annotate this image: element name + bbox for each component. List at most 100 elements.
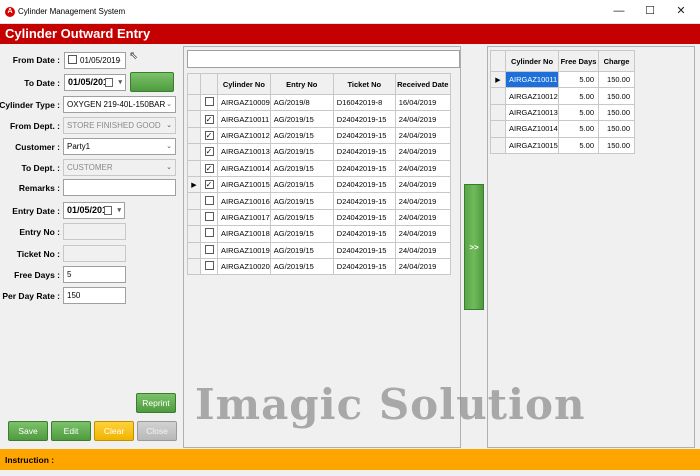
entry-no-cell[interactable]: AG/2019/15: [269, 110, 334, 128]
column-header-cylinder-no[interactable]: Cylinder No: [217, 73, 271, 95]
entry-no-cell[interactable]: AG/2019/15: [269, 225, 334, 243]
from-date-picker[interactable]: 01/05/2019 ⌄: [64, 52, 126, 69]
select-cell[interactable]: ✓: [200, 175, 218, 194]
received-date-cell[interactable]: 24/04/2019: [394, 257, 451, 276]
cylinder-no-cell[interactable]: AIRGAZ10011: [217, 110, 271, 128]
ticket-no-cell[interactable]: D24042019-15: [332, 126, 396, 145]
charge-cell[interactable]: 150.00: [598, 103, 635, 122]
cylinder-no-cell[interactable]: AIRGAZ10014: [505, 120, 559, 138]
table-row[interactable]: AIRGAZ10013 5.00 150.00: [490, 103, 635, 122]
save-button[interactable]: Save: [8, 421, 48, 441]
received-date-cell[interactable]: 24/04/2019: [394, 241, 451, 259]
free-days-cell[interactable]: 5.00: [558, 136, 599, 154]
select-cell[interactable]: [200, 241, 218, 259]
cylinder-no-cell[interactable]: AIRGAZ10020: [217, 257, 271, 276]
received-date-cell[interactable]: 24/04/2019: [394, 143, 451, 161]
entry-no-cell[interactable]: AG/2019/15: [269, 159, 334, 177]
checked-checkbox[interactable]: ✓: [204, 114, 214, 124]
ticket-no-cell[interactable]: D24042019-15: [332, 175, 396, 194]
ticket-no-cell[interactable]: D24042019-15: [332, 159, 396, 177]
cylinder-no-cell[interactable]: AIRGAZ10015: [217, 175, 271, 194]
column-header-ticket-no[interactable]: Ticket No: [332, 73, 396, 95]
entry-no-cell[interactable]: AG/2019/15: [269, 175, 334, 194]
received-date-cell[interactable]: 24/04/2019: [394, 225, 451, 243]
cylinder-no-cell[interactable]: AIRGAZ10017: [217, 208, 271, 227]
cylinder-no-cell[interactable]: AIRGAZ10013: [505, 103, 559, 122]
received-date-cell[interactable]: 24/04/2019: [394, 208, 451, 227]
checkbox[interactable]: [204, 195, 214, 205]
checkbox[interactable]: [204, 244, 214, 254]
select-column-header[interactable]: [200, 73, 218, 95]
per-day-rate-input[interactable]: 150: [63, 287, 126, 304]
remarks-input[interactable]: [63, 179, 176, 196]
cylinder-no-cell[interactable]: AIRGAZ10014: [217, 159, 271, 177]
checkbox[interactable]: [204, 261, 214, 271]
cylinder-type-select[interactable]: OXYGEN 219-40L-150BAR ⌄: [63, 96, 176, 113]
received-date-cell[interactable]: 16/04/2019: [394, 93, 451, 112]
received-date-cell[interactable]: 24/04/2019: [394, 192, 451, 210]
received-date-cell[interactable]: 24/04/2019: [394, 126, 451, 145]
cylinder-no-cell[interactable]: AIRGAZ10019: [217, 241, 271, 259]
free-days-cell[interactable]: 5.00: [558, 103, 599, 122]
table-row[interactable]: AIRGAZ10017 AG/2019/15 D24042019-15 24/04/2…: [187, 208, 451, 227]
column-header-entry-no[interactable]: Entry No: [269, 73, 334, 95]
checked-checkbox[interactable]: ✓: [204, 147, 214, 157]
charge-cell[interactable]: 150.00: [598, 87, 635, 105]
cylinder-no-cell[interactable]: AIRGAZ10015: [505, 136, 559, 154]
cylinder-no-cell[interactable]: AIRGAZ10018: [217, 225, 271, 243]
free-days-cell[interactable]: 5.00: [558, 120, 599, 138]
entry-no-cell[interactable]: AG/2019/15: [269, 257, 334, 276]
transfer-button[interactable]: >>: [464, 184, 484, 310]
entry-date-picker[interactable]: 01/05/2019 ▾: [63, 202, 125, 219]
entry-no-cell[interactable]: AG/2019/15: [269, 192, 334, 210]
table-row[interactable]: ✓ AIRGAZ10014 AG/2019/15 D24042019-15 24/04/…: [187, 159, 451, 177]
table-row[interactable]: AIRGAZ10016 AG/2019/15 D24042019-15 24/04/2…: [187, 192, 451, 210]
table-row[interactable]: ✓ AIRGAZ10012 AG/2019/15 D24042019-15 24/04/…: [187, 126, 451, 145]
cylinder-no-cell[interactable]: AIRGAZ10012: [505, 87, 559, 105]
table-row[interactable]: ▶ AIRGAZ10011 5.00 150.00: [490, 70, 635, 89]
select-cell[interactable]: [200, 208, 218, 227]
to-date-picker[interactable]: 01/05/2019 ▾: [64, 74, 126, 91]
checked-checkbox[interactable]: ✓: [204, 130, 214, 140]
edit-button[interactable]: Edit: [51, 421, 91, 441]
from-date-checkbox[interactable]: [68, 55, 77, 65]
cylinder-no-cell[interactable]: AIRGAZ10013: [217, 143, 271, 161]
free-days-cell[interactable]: 5.00: [558, 70, 599, 89]
table-row[interactable]: AIRGAZ10018 AG/2019/15 D24042019-15 24/04/2…: [187, 225, 451, 243]
ticket-no-cell[interactable]: D24042019-15: [332, 241, 396, 259]
checkbox[interactable]: [204, 228, 214, 238]
cylinder-no-cell[interactable]: AIRGAZ10009: [217, 93, 271, 112]
entry-no-cell[interactable]: AG/2019/8: [269, 93, 334, 112]
column-header-received-date[interactable]: Received Date: [394, 73, 451, 95]
received-date-cell[interactable]: 24/04/2019: [394, 159, 451, 177]
select-cell[interactable]: [200, 93, 218, 112]
minimize-button[interactable]: —: [604, 2, 634, 20]
refresh-button[interactable]: [130, 72, 174, 92]
table-row[interactable]: ▶ ✓ AIRGAZ10015 AG/2019/15 D24042019-15 24/04…: [187, 175, 451, 194]
ticket-no-cell[interactable]: D24042019-15: [332, 110, 396, 128]
ticket-no-cell[interactable]: D24042019-15: [332, 257, 396, 276]
free-days-cell[interactable]: 5.00: [558, 87, 599, 105]
entry-no-cell[interactable]: AG/2019/15: [269, 208, 334, 227]
search-input[interactable]: [187, 50, 460, 68]
select-cell[interactable]: [200, 192, 218, 210]
charge-cell[interactable]: 150.00: [598, 136, 635, 154]
reprint-button[interactable]: Reprint: [136, 393, 176, 413]
table-row[interactable]: AIRGAZ10009 AG/2019/8 D16042019-8 16/04/201…: [187, 93, 451, 112]
table-row[interactable]: AIRGAZ10019 AG/2019/15 D24042019-15 24/04/2…: [187, 241, 451, 259]
received-date-cell[interactable]: 24/04/2019: [394, 110, 451, 128]
select-cell[interactable]: ✓: [200, 126, 218, 145]
cylinder-no-cell[interactable]: AIRGAZ10011: [505, 70, 559, 89]
select-cell[interactable]: ✓: [200, 110, 218, 128]
close-window-button[interactable]: ✕: [666, 2, 696, 20]
table-row[interactable]: ✓ AIRGAZ10013 AG/2019/15 D24042019-15 24/04/…: [187, 143, 451, 161]
select-cell[interactable]: [200, 257, 218, 276]
maximize-button[interactable]: ☐: [635, 2, 665, 20]
ticket-no-cell[interactable]: D24042019-15: [332, 225, 396, 243]
checked-checkbox[interactable]: ✓: [204, 163, 214, 173]
checkbox[interactable]: [204, 97, 214, 107]
ticket-no-cell[interactable]: D24042019-15: [332, 208, 396, 227]
customer-select[interactable]: Party1 ⌄: [63, 138, 176, 155]
entry-no-cell[interactable]: AG/2019/15: [269, 143, 334, 161]
table-row[interactable]: ✓ AIRGAZ10011 AG/2019/15 D24042019-15 24/04/…: [187, 110, 451, 128]
